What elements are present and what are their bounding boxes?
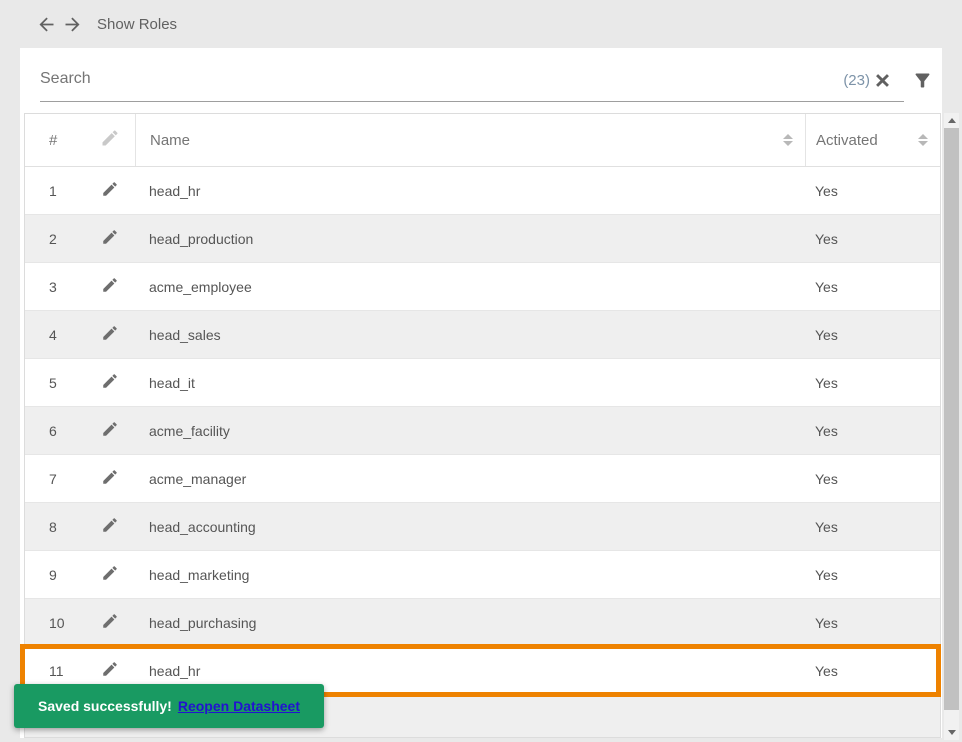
- row-index-cell: 7: [49, 470, 57, 487]
- row-name-cell: head_accounting: [149, 518, 256, 535]
- row-activated-cell: Yes: [815, 614, 838, 631]
- row-index-cell: 2: [49, 230, 57, 247]
- table-row[interactable]: 5 head_it Yes: [25, 359, 940, 407]
- page-title: Show Roles: [97, 15, 178, 33]
- column-header-name[interactable]: Name: [135, 114, 805, 166]
- toast-notification: Saved successfully! Reopen Datasheet: [14, 684, 325, 728]
- row-activated-cell: [805, 695, 940, 737]
- row-activated-cell: Yes: [815, 326, 838, 343]
- row-activated-cell: Yes: [815, 566, 838, 583]
- table-row[interactable]: 6 acme_facility Yes: [25, 407, 940, 455]
- pencil-icon: [101, 372, 119, 393]
- pencil-icon: [101, 660, 119, 681]
- pencil-icon: [101, 612, 119, 633]
- table-row[interactable]: 4 head_sales Yes: [25, 311, 940, 359]
- filter-icon[interactable]: [910, 68, 934, 92]
- pencil-icon: [101, 180, 119, 201]
- column-header-activated-label: Activated: [816, 131, 878, 149]
- row-index-cell: 4: [49, 326, 57, 343]
- edit-button[interactable]: [85, 551, 135, 598]
- row-activated-cell: Yes: [815, 662, 838, 679]
- top-navigation-bar: Show Roles: [0, 0, 962, 48]
- table-body: 1 head_hr Yes 2 head_production Yes 3 ac…: [25, 167, 940, 737]
- edit-button[interactable]: [85, 215, 135, 262]
- row-name-cell: head_sales: [149, 326, 221, 343]
- scrollbar-up-button[interactable]: [944, 113, 959, 128]
- row-name-cell: head_production: [149, 230, 254, 247]
- roles-table: # Name Activated 1 head_hr Yes 2 head_pr…: [24, 113, 941, 738]
- row-index-cell: 5: [49, 374, 57, 391]
- edit-button[interactable]: [85, 263, 135, 310]
- table-header-row: # Name Activated: [25, 114, 940, 167]
- edit-button[interactable]: [85, 167, 135, 214]
- row-name-cell: head_purchasing: [149, 614, 257, 631]
- row-name-cell: head_hr: [149, 182, 201, 199]
- row-activated-cell: Yes: [815, 374, 838, 391]
- toast-link[interactable]: Reopen Datasheet: [178, 698, 300, 714]
- sort-icon[interactable]: [918, 134, 928, 146]
- sort-icon[interactable]: [783, 134, 793, 146]
- edit-button[interactable]: [85, 311, 135, 358]
- vertical-scrollbar[interactable]: [944, 113, 959, 740]
- result-count-badge: (23): [843, 72, 870, 89]
- row-name-cell: acme_manager: [149, 470, 247, 487]
- row-name-cell: head_marketing: [149, 566, 250, 583]
- pencil-icon: [101, 324, 119, 345]
- row-activated-cell: Yes: [815, 278, 838, 295]
- edit-button[interactable]: [85, 503, 135, 550]
- edit-column-header: [85, 114, 135, 166]
- row-name-cell: acme_employee: [149, 278, 252, 295]
- edit-button[interactable]: [85, 599, 135, 646]
- pencil-icon: [101, 564, 119, 585]
- scrollbar-down-button[interactable]: [944, 725, 959, 740]
- row-index-cell: 3: [49, 278, 57, 295]
- row-activated-cell: Yes: [815, 182, 838, 199]
- edit-button[interactable]: [85, 359, 135, 406]
- content-panel: (23) # Name Activated: [20, 48, 959, 740]
- table-row[interactable]: 8 head_accounting Yes: [25, 503, 940, 551]
- toast-message: Saved successfully!: [38, 698, 172, 714]
- row-activated-cell: Yes: [815, 422, 838, 439]
- row-index-cell: 9: [49, 566, 57, 583]
- row-index-cell: 1: [49, 182, 57, 199]
- clear-search-icon[interactable]: [870, 68, 894, 92]
- column-header-name-label: Name: [150, 131, 191, 149]
- search-input[interactable]: [40, 62, 904, 102]
- back-arrow-icon[interactable]: [33, 13, 59, 35]
- table-row[interactable]: 10 head_purchasing Yes: [25, 599, 940, 647]
- table-row[interactable]: 7 acme_manager Yes: [25, 455, 940, 503]
- forward-arrow-icon[interactable]: [59, 13, 85, 35]
- row-index-cell: 8: [49, 518, 57, 535]
- pencil-icon: [101, 228, 119, 249]
- column-header-index[interactable]: #: [25, 114, 85, 166]
- table-row[interactable]: 2 head_production Yes: [25, 215, 940, 263]
- column-header-activated[interactable]: Activated: [805, 114, 940, 166]
- table-row[interactable]: 1 head_hr Yes: [25, 167, 940, 215]
- edit-button[interactable]: [85, 407, 135, 454]
- row-activated-cell: Yes: [815, 470, 838, 487]
- pencil-icon: [100, 128, 120, 152]
- scrollbar-thumb[interactable]: [944, 128, 959, 710]
- pencil-icon: [101, 420, 119, 441]
- pencil-icon: [101, 516, 119, 537]
- row-index-cell: 10: [49, 614, 65, 631]
- row-index-cell: 6: [49, 422, 57, 439]
- row-name-cell: acme_facility: [149, 422, 230, 439]
- table-row[interactable]: 3 acme_employee Yes: [25, 263, 940, 311]
- pencil-icon: [101, 276, 119, 297]
- pencil-icon: [101, 468, 119, 489]
- row-activated-cell: Yes: [815, 230, 838, 247]
- row-name-cell: head_it: [149, 374, 195, 391]
- edit-button[interactable]: [85, 455, 135, 502]
- table-row[interactable]: 9 head_marketing Yes: [25, 551, 940, 599]
- row-activated-cell: Yes: [815, 518, 838, 535]
